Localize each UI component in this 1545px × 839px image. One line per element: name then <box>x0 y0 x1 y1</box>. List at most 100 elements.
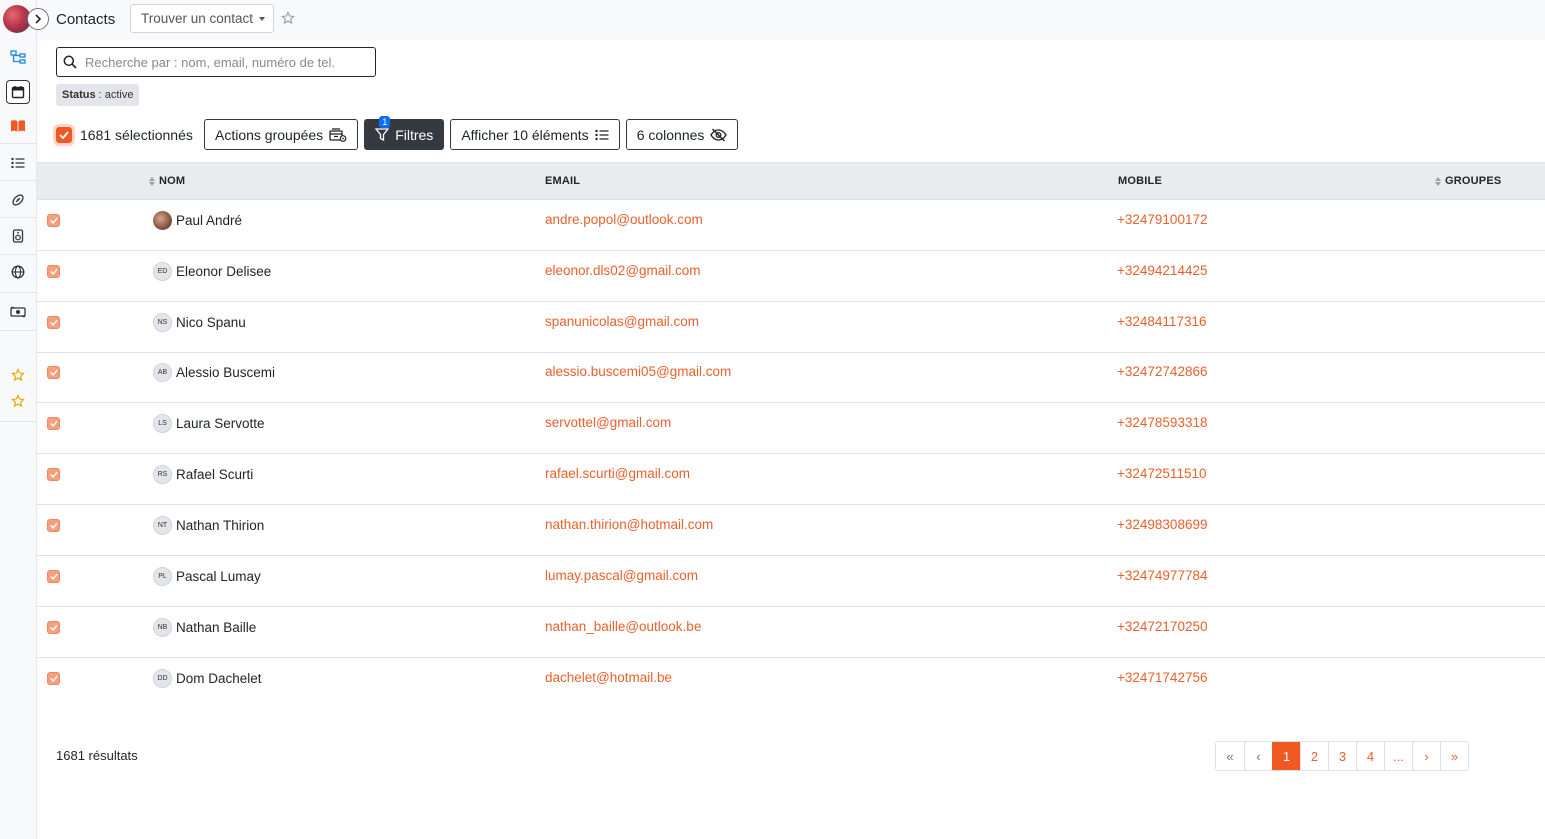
favorite-star-icon[interactable] <box>281 11 295 28</box>
show-items-button[interactable]: Afficher 10 éléments <box>450 119 620 150</box>
contact-name-cell[interactable]: NT Nathan Thirion <box>153 516 264 535</box>
contact-initials: AB <box>153 363 172 382</box>
row-checkbox[interactable] <box>47 214 60 227</box>
check-icon <box>49 268 58 275</box>
contact-mobile[interactable]: +32474977784 <box>1117 568 1207 583</box>
contact-mobile[interactable]: +32498308699 <box>1117 517 1207 532</box>
contact-name-cell[interactable]: NS Nico Spanu <box>153 313 246 332</box>
contact-name-cell[interactable]: PL Pascal Lumay <box>153 567 261 586</box>
pagination-page-3[interactable]: 3 <box>1328 742 1356 770</box>
check-icon <box>49 573 58 580</box>
list-icon[interactable] <box>6 151 30 175</box>
table-row[interactable]: RS Rafael Scurti rafael.scurti@gmail.com … <box>37 454 1545 505</box>
pagination-last[interactable]: » <box>1440 742 1468 770</box>
table-row[interactable]: ED Eleonor Delisee eleonor.dls02@gmail.co… <box>37 251 1545 302</box>
table-row[interactable]: NS Nico Spanu spanunicolas@gmail.com +324… <box>37 302 1545 353</box>
status-filter-chip[interactable]: Status : active <box>56 84 140 106</box>
eye-slash-icon <box>710 128 728 141</box>
select-all-checkbox[interactable] <box>56 126 72 143</box>
check-icon <box>49 217 58 224</box>
results-count: 1681 résultats <box>56 748 138 763</box>
contact-mobile[interactable]: +32472511510 <box>1117 466 1206 481</box>
contact-name-cell[interactable]: NB Nathan Baille <box>153 618 256 637</box>
pagination-page-1[interactable]: 1 <box>1272 742 1300 770</box>
contact-email[interactable]: lumay.pascal@gmail.com <box>545 568 698 583</box>
table-row[interactable]: PL Pascal Lumay lumay.pascal@gmail.com +3… <box>37 556 1545 607</box>
contact-name-cell[interactable]: Paul André <box>153 211 242 230</box>
book-icon[interactable] <box>6 114 30 138</box>
star-outline-icon[interactable] <box>6 389 30 413</box>
contact-mobile[interactable]: +32484117316 <box>1117 314 1206 329</box>
contact-name-cell[interactable]: ED Eleonor Delisee <box>153 262 271 281</box>
contact-mobile[interactable]: +32494214425 <box>1117 263 1207 278</box>
contact-mobile[interactable]: +32479100172 <box>1117 212 1207 227</box>
filters-count-badge: 1 <box>379 116 391 128</box>
contact-email[interactable]: nathan.thirion@hotmail.com <box>545 517 713 532</box>
sort-icon <box>149 176 155 186</box>
row-checkbox[interactable] <box>47 672 60 685</box>
pagination-page-4[interactable]: 4 <box>1356 742 1384 770</box>
column-header-groups[interactable]: GROUPES <box>1435 175 1501 187</box>
pagination-page-2[interactable]: 2 <box>1300 742 1328 770</box>
row-checkbox[interactable] <box>47 316 60 329</box>
pagination-next[interactable]: › <box>1412 742 1440 770</box>
contact-name-cell[interactable]: LS Laura Servotte <box>153 414 265 433</box>
row-checkbox[interactable] <box>47 265 60 278</box>
contact-email[interactable]: dachelet@hotmail.be <box>545 670 672 685</box>
column-header-name[interactable]: NOM <box>149 175 185 187</box>
table-row[interactable]: AB Alessio Buscemi alessio.buscemi05@gmai… <box>37 352 1545 403</box>
row-checkbox[interactable] <box>47 621 60 634</box>
check-icon <box>49 675 58 682</box>
money-icon[interactable] <box>6 300 30 324</box>
star-outline-icon[interactable] <box>6 363 30 387</box>
filters-label: Filtres <box>395 126 434 143</box>
check-icon <box>49 624 58 631</box>
row-checkbox[interactable] <box>47 570 60 583</box>
calendar-icon[interactable] <box>6 80 30 104</box>
row-checkbox[interactable] <box>47 366 60 379</box>
contact-email[interactable]: andre.popol@outlook.com <box>545 212 703 227</box>
row-checkbox[interactable] <box>47 519 60 532</box>
contact-email[interactable]: rafael.scurti@gmail.com <box>545 466 690 481</box>
contact-email[interactable]: nathan_baille@outlook.be <box>545 619 701 634</box>
contact-email[interactable]: alessio.buscemi05@gmail.com <box>545 364 731 379</box>
search-input[interactable] <box>85 54 365 70</box>
contact-initials: DD <box>153 669 172 688</box>
filter-icon <box>375 128 390 141</box>
contact-email[interactable]: eleonor.dls02@gmail.com <box>545 263 701 278</box>
contact-name-cell[interactable]: RS Rafael Scurti <box>153 465 253 484</box>
contact-mobile[interactable]: +32472170250 <box>1117 619 1207 634</box>
row-checkbox[interactable] <box>47 417 60 430</box>
pagination-ellipsis[interactable]: ... <box>1384 742 1412 770</box>
check-icon <box>49 522 58 529</box>
contact-mobile[interactable]: +32471742756 <box>1117 670 1207 685</box>
search-box[interactable] <box>56 47 376 77</box>
bulk-actions-button[interactable]: Actions groupées <box>204 119 359 150</box>
sidebar-toggle-button[interactable] <box>27 8 49 30</box>
contact-email[interactable]: servottel@gmail.com <box>545 415 671 430</box>
row-checkbox[interactable] <box>47 468 60 481</box>
table-row[interactable]: NT Nathan Thirion nathan.thirion@hotmail.… <box>37 505 1545 556</box>
contact-name-cell[interactable]: DD Dom Dachelet <box>153 669 262 688</box>
contact-mobile[interactable]: +32478593318 <box>1117 415 1207 430</box>
table-row[interactable]: NB Nathan Baille nathan_baille@outlook.be… <box>37 607 1545 658</box>
table-row[interactable]: DD Dom Dachelet dachelet@hotmail.be +3247… <box>37 658 1545 709</box>
contact-name: Paul André <box>176 213 243 228</box>
contact-name: Rafael Scurti <box>176 467 254 482</box>
football-icon[interactable] <box>6 188 30 212</box>
columns-button[interactable]: 6 colonnes <box>625 119 739 150</box>
org-chart-icon[interactable] <box>6 45 30 69</box>
contact-name-cell[interactable]: AB Alessio Buscemi <box>153 363 275 382</box>
table-row[interactable]: LS Laura Servotte servottel@gmail.com +32… <box>37 403 1545 454</box>
contact-initials: PL <box>153 567 172 586</box>
filters-button[interactable]: 1 Filtres <box>364 116 445 150</box>
speaker-icon[interactable] <box>6 224 30 248</box>
contact-mobile[interactable]: +32472742866 <box>1117 364 1207 379</box>
archive-gear-icon <box>329 127 347 142</box>
globe-icon[interactable] <box>6 260 30 284</box>
find-contact-dropdown[interactable]: Trouver un contact <box>130 4 274 33</box>
pagination-first[interactable]: « <box>1216 742 1244 770</box>
contact-email[interactable]: spanunicolas@gmail.com <box>545 314 699 329</box>
pagination-prev[interactable]: ‹ <box>1244 742 1272 770</box>
table-row[interactable]: Paul André andre.popol@outlook.com +3247… <box>37 200 1545 251</box>
